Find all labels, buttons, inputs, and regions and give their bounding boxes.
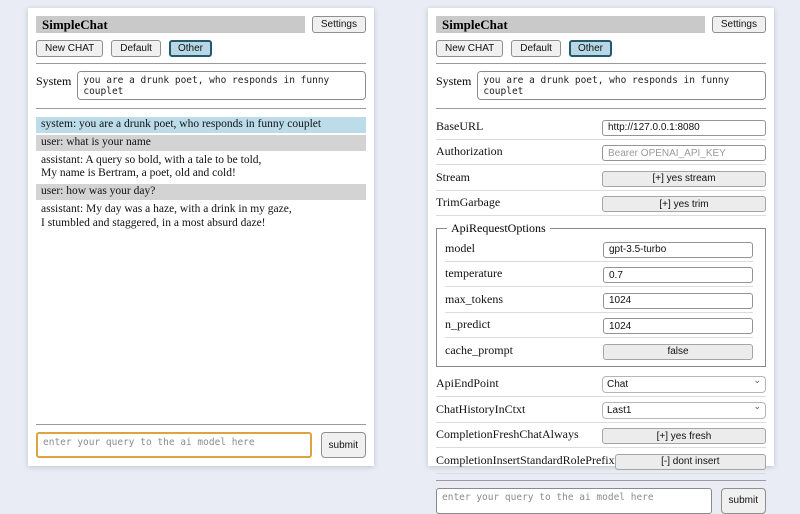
stream-toggle-button[interactable]: [+] yes stream [602, 171, 766, 187]
chathistoryinctxt-label: ChatHistoryInCtxt [436, 402, 525, 417]
query-input[interactable] [36, 432, 312, 458]
api-request-options-group: ApiRequestOptions model temperature max_… [436, 221, 766, 367]
setting-row-cache-prompt: cache_prompt false [445, 338, 753, 363]
setting-row-n-predict: n_predict [445, 313, 753, 339]
submit-button[interactable]: submit [321, 432, 366, 458]
settings-button[interactable]: Settings [712, 16, 766, 33]
stream-label: Stream [436, 170, 470, 185]
setting-row-authorization: Authorization [436, 140, 766, 166]
divider [436, 108, 766, 109]
completioninsertstandardroleprefix-label: CompletionInsertStandardRolePrefix [436, 453, 615, 468]
n-predict-input[interactable] [603, 318, 753, 334]
authorization-input[interactable] [602, 145, 766, 161]
header: SimpleChat Settings [436, 16, 766, 33]
divider [36, 63, 366, 64]
chat-messages: system: you are a drunk poet, who respon… [36, 117, 366, 234]
chat-panel: SimpleChat Settings New CHAT Default Oth… [28, 8, 374, 466]
query-row: submit [436, 488, 766, 514]
system-prompt-input[interactable]: you are a drunk poet, who responds in fu… [477, 71, 766, 100]
settings-panel: SimpleChat Settings New CHAT Default Oth… [428, 8, 774, 466]
session-toolbar: New CHAT Default Other [436, 40, 766, 57]
apiendpoint-label: ApiEndPoint [436, 376, 499, 391]
trimgarbage-label: TrimGarbage [436, 195, 500, 210]
setting-row-temperature: temperature [445, 262, 753, 288]
spacer [36, 234, 366, 418]
chat-message-assistant: assistant: My day was a haze, with a dri… [36, 202, 366, 232]
new-chat-button[interactable]: New CHAT [436, 40, 503, 57]
submit-button[interactable]: submit [721, 488, 766, 514]
query-input[interactable] [436, 488, 712, 514]
baseurl-label: BaseURL [436, 119, 483, 134]
divider [36, 424, 366, 425]
setting-row-trimgarbage: TrimGarbage [+] yes trim [436, 191, 766, 217]
chat-message-system: system: you are a drunk poet, who respon… [36, 117, 366, 133]
app-title: SimpleChat [436, 16, 705, 33]
divider [36, 108, 366, 109]
api-request-options-legend: ApiRequestOptions [447, 221, 550, 236]
session-tab-other[interactable]: Other [169, 40, 212, 57]
model-input[interactable] [603, 242, 753, 258]
n-predict-label: n_predict [445, 317, 490, 332]
chat-message-assistant: assistant: A query so bold, with a tale … [36, 153, 366, 183]
system-label: System [36, 71, 71, 100]
session-toolbar: New CHAT Default Other [36, 40, 366, 57]
trimgarbage-toggle-button[interactable]: [+] yes trim [602, 196, 766, 212]
session-tab-default[interactable]: Default [111, 40, 161, 57]
system-prompt-row: System you are a drunk poet, who respond… [36, 71, 366, 100]
setting-row-model: model [445, 236, 753, 262]
setting-row-max-tokens: max_tokens [445, 287, 753, 313]
chat-message-user: user: how was your day? [36, 184, 366, 200]
cache-prompt-toggle-button[interactable]: false [603, 344, 753, 360]
header: SimpleChat Settings [36, 16, 366, 33]
completioninsertstandardroleprefix-toggle-button[interactable]: [-] dont insert [615, 454, 766, 470]
session-tab-default[interactable]: Default [511, 40, 561, 57]
setting-row-completioninsertstandardroleprefix: CompletionInsertStandardRolePrefix [-] d… [436, 448, 766, 474]
setting-row-baseurl: BaseURL [436, 114, 766, 140]
setting-row-apiendpoint: ApiEndPoint Chat ⌄ [436, 371, 766, 397]
chat-message-user: user: what is your name [36, 135, 366, 151]
system-prompt-row: System you are a drunk poet, who respond… [436, 71, 766, 100]
temperature-input[interactable] [603, 267, 753, 283]
baseurl-input[interactable] [602, 120, 766, 136]
max-tokens-input[interactable] [603, 293, 753, 309]
completionfreshchatalways-toggle-button[interactable]: [+] yes fresh [602, 428, 766, 444]
divider [436, 63, 766, 64]
authorization-label: Authorization [436, 144, 503, 159]
new-chat-button[interactable]: New CHAT [36, 40, 103, 57]
setting-row-completionfreshchatalways: CompletionFreshChatAlways [+] yes fresh [436, 423, 766, 449]
apiendpoint-select[interactable]: Chat [602, 376, 766, 393]
app-title: SimpleChat [36, 16, 305, 33]
max-tokens-label: max_tokens [445, 292, 503, 307]
temperature-label: temperature [445, 266, 502, 281]
session-tab-other[interactable]: Other [569, 40, 612, 57]
chathistoryinctxt-select[interactable]: Last1 [602, 402, 766, 419]
cache-prompt-label: cache_prompt [445, 343, 513, 358]
completionfreshchatalways-label: CompletionFreshChatAlways [436, 427, 579, 442]
model-label: model [445, 241, 475, 256]
query-row: submit [36, 432, 366, 458]
settings-button[interactable]: Settings [312, 16, 366, 33]
system-prompt-input[interactable]: you are a drunk poet, who responds in fu… [77, 71, 366, 100]
setting-row-chathistoryinctxt: ChatHistoryInCtxt Last1 ⌄ [436, 397, 766, 423]
system-label: System [436, 71, 471, 100]
setting-row-stream: Stream [+] yes stream [436, 165, 766, 191]
